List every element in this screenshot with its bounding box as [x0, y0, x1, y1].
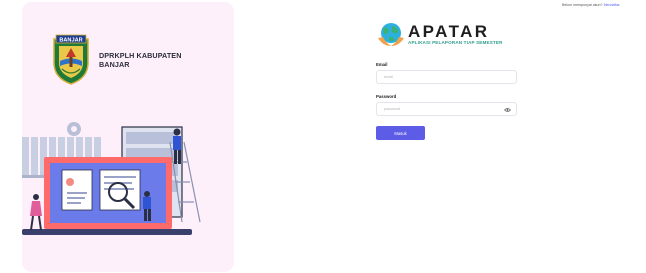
register-prompt: Belum mempunyai akun? Mendaftar — [562, 3, 620, 7]
register-link[interactable]: Mendaftar — [604, 3, 620, 7]
email-label: Email — [376, 62, 388, 67]
logo-text: APATAR APLIKASI PELAPORAN TIAP SEMESTER — [408, 22, 503, 46]
brand: BANJAR DPRKPLH KABUPATEN BANJAR — [51, 33, 199, 85]
register-prompt-text: Belum mempunyai akun? — [562, 3, 603, 7]
left-panel: BANJAR DPRKPLH KABUPATEN BANJAR — [22, 2, 234, 272]
app-logo: APATAR APLIKASI PELAPORAN TIAP SEMESTER — [377, 22, 503, 48]
office-illustration — [22, 122, 201, 235]
email-field-wrapper — [376, 70, 517, 84]
password-field-wrapper — [376, 102, 517, 116]
crest-icon: BANJAR — [53, 34, 89, 85]
crest-label: BANJAR — [59, 37, 82, 43]
app-subtitle: APLIKASI PELAPORAN TIAP SEMESTER — [408, 40, 503, 45]
password-field[interactable] — [377, 103, 516, 115]
login-page: Belum mempunyai akun? Mendaftar BANJAR D… — [0, 0, 646, 273]
org-name: DPRKPLH KABUPATEN BANJAR — [99, 51, 182, 69]
globe-icon — [378, 23, 404, 46]
app-title: APATAR — [408, 22, 490, 41]
eye-icon[interactable] — [504, 107, 511, 113]
email-field[interactable] — [377, 71, 516, 83]
login-button[interactable]: Masuk — [376, 126, 425, 140]
login-form: Email Password Masuk — [376, 62, 517, 140]
password-label: Password — [376, 94, 397, 99]
